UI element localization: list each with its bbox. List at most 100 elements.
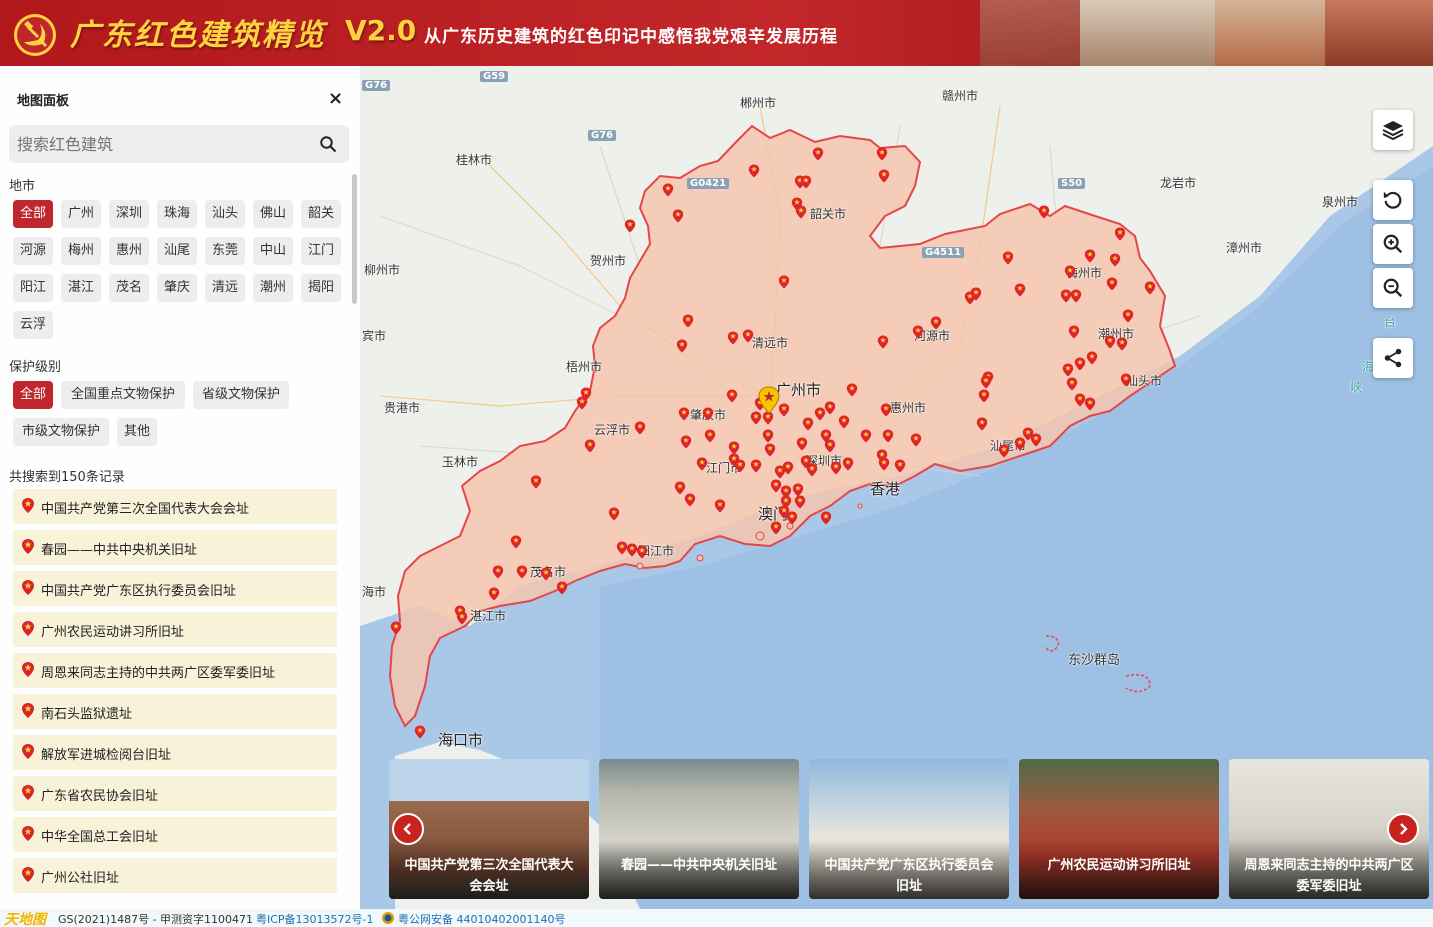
red-building-marker-icon[interactable] [930, 316, 942, 330]
carousel-card[interactable]: 春园——中共中央机关旧址 [599, 759, 799, 899]
red-building-marker-icon[interactable] [1086, 351, 1098, 365]
red-building-marker-icon[interactable] [748, 164, 760, 178]
red-building-marker-icon[interactable] [676, 339, 688, 353]
red-building-marker-icon[interactable] [820, 511, 832, 525]
city-chip[interactable]: 佛山 [253, 200, 293, 228]
red-building-marker-icon[interactable] [762, 429, 774, 443]
level-chip-other[interactable]: 其他 [117, 418, 157, 446]
red-building-marker-icon[interactable] [894, 459, 906, 473]
list-item[interactable]: 广东省农民协会旧址 [13, 776, 337, 811]
red-building-marker-icon[interactable] [980, 375, 992, 389]
red-building-marker-icon[interactable] [842, 457, 854, 471]
red-building-marker-icon[interactable] [1106, 277, 1118, 291]
red-building-marker-icon[interactable] [530, 475, 542, 489]
red-building-marker-icon[interactable] [1074, 357, 1086, 371]
red-building-marker-icon[interactable] [1068, 325, 1080, 339]
carousel-prev-button[interactable] [392, 813, 424, 845]
red-building-marker-icon[interactable] [672, 209, 684, 223]
red-building-marker-icon[interactable] [1084, 397, 1096, 411]
red-building-marker-icon[interactable] [1062, 363, 1074, 377]
city-chip[interactable]: 中山 [253, 237, 293, 265]
red-building-marker-icon[interactable] [1116, 337, 1128, 351]
search-icon[interactable] [319, 135, 337, 153]
red-building-marker-icon[interactable] [824, 439, 836, 453]
red-building-marker-icon[interactable] [800, 175, 812, 189]
red-building-marker-icon[interactable] [702, 407, 714, 421]
red-building-marker-icon[interactable] [880, 403, 892, 417]
red-building-marker-icon[interactable] [734, 459, 746, 473]
red-building-marker-icon[interactable] [802, 417, 814, 431]
red-building-marker-icon[interactable] [970, 287, 982, 301]
city-chip[interactable]: 潮州 [253, 274, 293, 302]
red-building-marker-icon[interactable] [1038, 205, 1050, 219]
red-building-marker-icon[interactable] [624, 219, 636, 233]
list-item[interactable]: 中华全国总工会旧址 [13, 817, 337, 852]
city-chip[interactable]: 清远 [205, 274, 245, 302]
level-chip-provincial[interactable]: 省级文物保护 [193, 381, 289, 409]
list-item[interactable]: 广州公社旧址 [13, 858, 337, 893]
red-building-marker-icon[interactable] [882, 429, 894, 443]
red-building-marker-icon[interactable] [998, 444, 1010, 458]
red-building-marker-icon[interactable] [806, 463, 818, 477]
red-building-marker-icon[interactable] [1144, 281, 1156, 295]
city-chip[interactable]: 东莞 [205, 237, 245, 265]
city-chip[interactable]: 阳江 [13, 274, 53, 302]
red-building-marker-icon[interactable] [846, 383, 858, 397]
red-building-marker-icon[interactable] [782, 461, 794, 475]
list-item[interactable]: 解放军进城检阅台旧址 [13, 735, 337, 770]
red-building-marker-icon[interactable] [726, 389, 738, 403]
red-building-marker-icon[interactable] [576, 396, 588, 410]
list-item[interactable]: 南石头监狱遗址 [13, 694, 337, 729]
red-building-marker-icon[interactable] [838, 415, 850, 429]
red-building-marker-icon[interactable] [714, 499, 726, 513]
red-building-marker-icon[interactable] [556, 581, 568, 595]
red-building-marker-icon[interactable] [634, 421, 646, 435]
red-building-marker-icon[interactable] [682, 314, 694, 328]
layers-button[interactable] [1373, 110, 1413, 150]
red-building-marker-icon[interactable] [1002, 251, 1014, 265]
red-building-marker-icon[interactable] [1064, 265, 1076, 279]
red-building-marker-icon[interactable] [608, 507, 620, 521]
city-chip[interactable]: 江门 [301, 237, 341, 265]
red-building-marker-icon[interactable] [812, 147, 824, 161]
city-chip[interactable]: 茂名 [109, 274, 149, 302]
red-building-marker-icon[interactable] [1109, 253, 1121, 267]
red-building-marker-icon[interactable] [488, 587, 500, 601]
red-building-marker-icon[interactable] [878, 457, 890, 471]
red-building-marker-icon[interactable] [912, 325, 924, 339]
red-building-marker-icon[interactable] [770, 521, 782, 535]
red-building-marker-icon[interactable] [678, 407, 690, 421]
reset-view-button[interactable] [1373, 180, 1413, 220]
city-chip[interactable]: 湛江 [61, 274, 101, 302]
red-building-marker-icon[interactable] [1122, 309, 1134, 323]
red-building-marker-icon[interactable] [742, 329, 754, 343]
city-chip[interactable]: 惠州 [109, 237, 149, 265]
share-button[interactable] [1373, 338, 1413, 378]
list-item[interactable]: 中国共产党第三次全国代表大会会址 [13, 489, 337, 524]
search-input[interactable] [9, 125, 299, 163]
red-building-marker-icon[interactable] [824, 401, 836, 415]
red-building-marker-icon[interactable] [830, 461, 842, 475]
red-building-marker-icon[interactable] [390, 621, 402, 635]
city-chip[interactable]: 河源 [13, 237, 53, 265]
red-building-marker-icon[interactable] [696, 457, 708, 471]
red-building-marker-icon[interactable] [1066, 377, 1078, 391]
red-building-marker-icon[interactable] [1014, 283, 1026, 297]
red-building-marker-icon[interactable] [794, 495, 806, 509]
red-building-marker-icon[interactable] [584, 439, 596, 453]
list-item[interactable]: 广州农民运动讲习所旧址 [13, 612, 337, 647]
red-building-marker-icon[interactable] [1084, 249, 1096, 263]
level-chip-national[interactable]: 全国重点文物保护 [61, 381, 185, 409]
red-building-marker-icon[interactable] [662, 183, 674, 197]
red-building-marker-icon[interactable] [786, 511, 798, 525]
red-building-marker-icon[interactable] [510, 535, 522, 549]
red-building-marker-icon[interactable] [684, 493, 696, 507]
icp-link[interactable]: 粤ICP备13013572号-1 [256, 911, 374, 927]
city-chip[interactable]: 肇庆 [157, 274, 197, 302]
red-building-marker-icon[interactable] [910, 433, 922, 447]
red-building-marker-icon[interactable] [978, 389, 990, 403]
carousel-card[interactable]: 广州农民运动讲习所旧址 [1019, 759, 1219, 899]
red-building-marker-icon[interactable] [727, 331, 739, 345]
level-chip-all[interactable]: 全部 [13, 381, 53, 409]
police-record-link[interactable]: 粤公网安备 44010402001140号 [398, 911, 565, 927]
